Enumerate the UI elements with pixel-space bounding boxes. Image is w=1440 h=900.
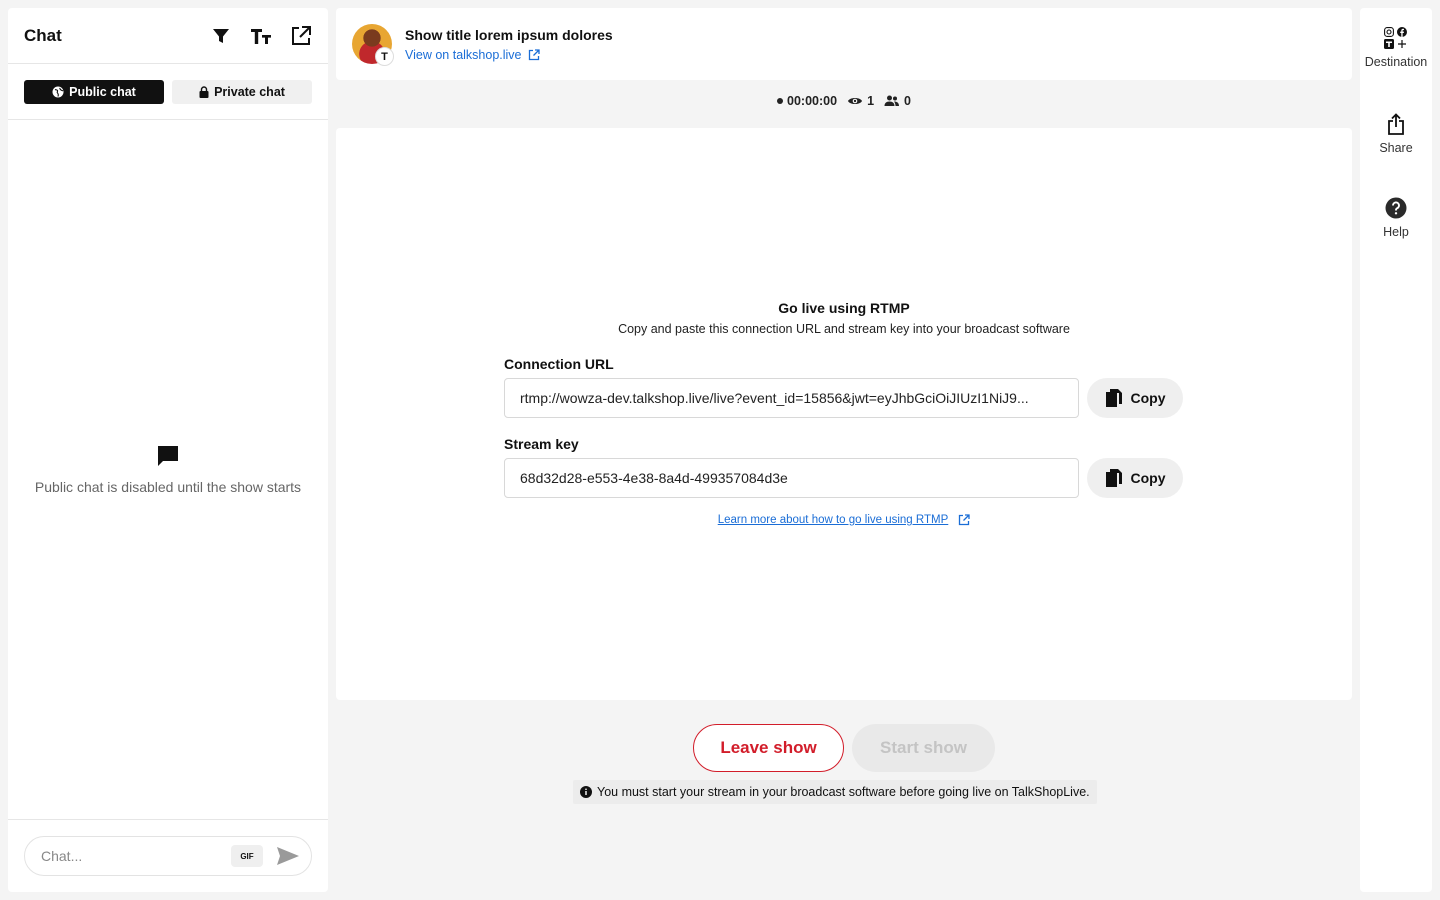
eye-icon <box>848 98 863 104</box>
help-button[interactable]: Help <box>1360 197 1432 239</box>
destination-label: Destination <box>1364 55 1428 69</box>
facebook-icon <box>1397 27 1407 37</box>
connection-url-field[interactable]: rtmp://wowza-dev.talkshop.live/live?even… <box>504 378 1079 418</box>
chat-messages: Public chat is disabled until the show s… <box>8 120 328 820</box>
right-rail: Destination Share Help <box>1360 8 1432 892</box>
copy-label: Copy <box>1130 390 1166 406</box>
share-button[interactable]: Share <box>1360 113 1432 155</box>
timer-stat: 00:00:00 <box>777 94 837 108</box>
chat-input[interactable] <box>41 848 231 864</box>
viewers-stat: 1 <box>847 94 874 108</box>
rtmp-title: Go live using RTMP <box>778 300 910 316</box>
connection-url-label: Connection URL <box>504 356 614 372</box>
share-icon <box>1388 113 1404 135</box>
instagram-icon <box>1384 27 1394 37</box>
stream-key-value: 68d32d28-e553-4e38-8a4d-499357084d3e <box>520 470 788 486</box>
plus-icon <box>1397 39 1407 49</box>
copy-icon <box>1105 469 1122 487</box>
text-size-icon[interactable] <box>250 25 272 47</box>
chat-header: Chat <box>8 8 328 64</box>
live-dot-icon <box>777 98 784 104</box>
view-on-site-label: View on talkshop.live <box>405 47 522 62</box>
show-header: T Show title lorem ipsum dolores View on… <box>336 8 1352 80</box>
connection-url-value: rtmp://wowza-dev.talkshop.live/live?even… <box>520 390 1029 406</box>
participants-stat: 0 <box>884 94 911 108</box>
chat-bubble-icon <box>158 446 178 466</box>
view-on-site-link[interactable]: View on talkshop.live <box>405 48 613 62</box>
avatar: T <box>352 24 394 66</box>
brand-badge: T <box>375 47 394 66</box>
send-icon[interactable] <box>275 843 301 869</box>
talkshop-icon <box>1384 39 1394 49</box>
stream-key-label: Stream key <box>504 436 579 452</box>
learn-more-label: Learn more about how to go live using RT… <box>717 514 949 526</box>
leave-show-button[interactable]: Leave show <box>693 724 844 772</box>
tab-public-chat[interactable]: Public chat <box>24 79 164 104</box>
copy-label: Copy <box>1130 470 1166 486</box>
chat-panel: Chat Public chat Private chat Public cha… <box>8 8 328 892</box>
notice-text: You must start your stream in your broad… <box>597 785 1090 799</box>
filter-icon[interactable] <box>210 25 232 47</box>
viewers-value: 1 <box>867 94 875 108</box>
globe-icon <box>52 86 64 97</box>
chat-footer: GIF <box>8 819 328 892</box>
chat-empty-message: Public chat is disabled until the show s… <box>34 479 302 495</box>
chat-input-wrap: GIF <box>24 836 312 876</box>
start-show-button[interactable]: Start show <box>852 724 995 772</box>
tab-public-chat-label: Public chat <box>69 84 136 99</box>
tab-private-chat[interactable]: Private chat <box>172 79 312 104</box>
chat-title: Chat <box>24 25 62 45</box>
show-title: Show title lorem ipsum dolores <box>405 26 613 43</box>
show-stats: 00:00:00 1 0 <box>336 94 1352 108</box>
destination-icon <box>1384 27 1408 49</box>
people-icon <box>884 95 900 106</box>
rtmp-card: Go live using RTMP Copy and paste this c… <box>336 128 1352 700</box>
lock-icon <box>199 85 209 98</box>
show-actions: Leave show Start show <box>336 724 1352 772</box>
info-icon <box>580 786 592 798</box>
start-notice: You must start your stream in your broad… <box>573 780 1097 804</box>
chat-tools <box>210 25 312 47</box>
destination-button[interactable]: Destination <box>1360 27 1432 69</box>
copy-stream-key-button[interactable]: Copy <box>1087 458 1183 498</box>
copy-icon <box>1105 389 1122 407</box>
show-info: Show title lorem ipsum dolores View on t… <box>405 27 613 62</box>
help-icon <box>1385 197 1407 219</box>
stream-key-field[interactable]: 68d32d28-e553-4e38-8a4d-499357084d3e <box>504 458 1079 498</box>
rtmp-subtitle: Copy and paste this connection URL and s… <box>618 322 1070 336</box>
timer-value: 00:00:00 <box>787 94 838 108</box>
learn-more-link[interactable]: Learn more about how to go live using RT… <box>336 514 1352 526</box>
help-label: Help <box>1383 225 1409 239</box>
copy-connection-url-button[interactable]: Copy <box>1087 378 1183 418</box>
external-link-icon <box>528 48 540 60</box>
popout-icon[interactable] <box>290 25 312 47</box>
tab-private-chat-label: Private chat <box>214 84 285 99</box>
gif-button[interactable]: GIF <box>231 845 263 867</box>
chat-tabs: Public chat Private chat <box>8 64 328 120</box>
share-label: Share <box>1379 141 1413 155</box>
participants-value: 0 <box>904 94 911 108</box>
external-link-icon <box>959 514 970 526</box>
